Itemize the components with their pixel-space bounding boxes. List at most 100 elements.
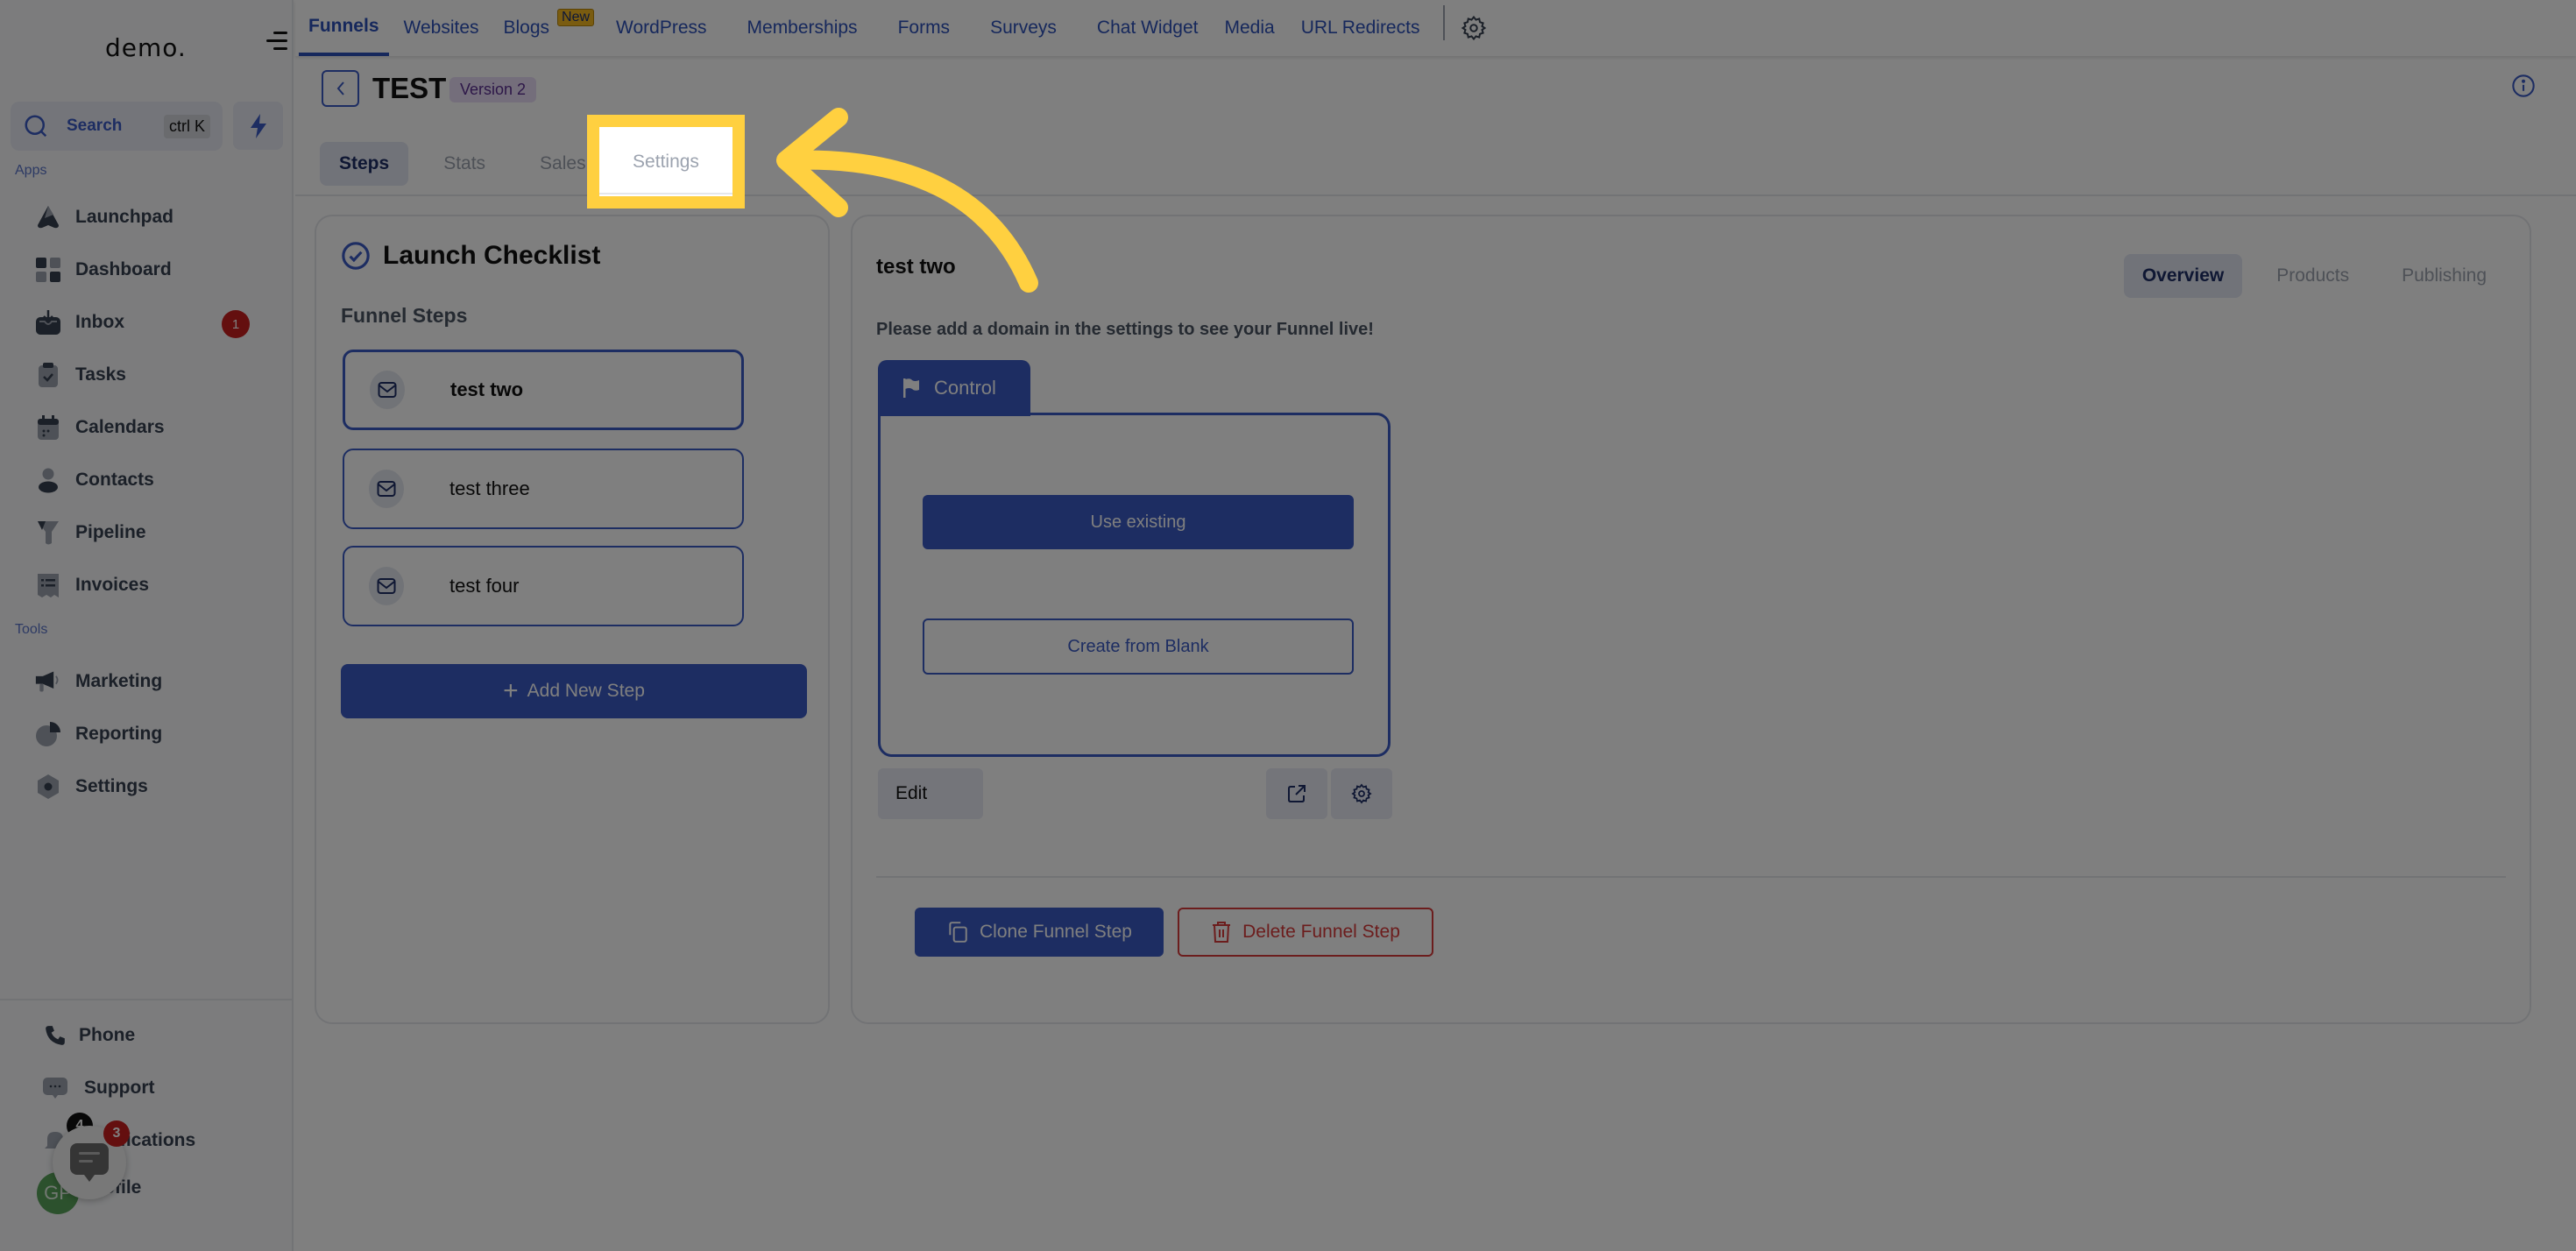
collapse-sidebar-icon[interactable] bbox=[266, 32, 287, 51]
page-title: TEST bbox=[372, 72, 447, 104]
tab-underline bbox=[599, 193, 732, 194]
step-name: test three bbox=[449, 477, 530, 499]
sidebar-item-contacts[interactable]: Contacts bbox=[35, 461, 280, 499]
sidebar-item-phone[interactable]: Phone bbox=[42, 1016, 287, 1055]
tasks-icon bbox=[35, 362, 61, 388]
flag-icon bbox=[903, 378, 919, 398]
pipeline-icon bbox=[35, 519, 61, 546]
tab-products[interactable]: Products bbox=[2258, 254, 2367, 298]
sidebar-item-support[interactable]: Support bbox=[42, 1069, 287, 1107]
sidebar-item-label: Invoices bbox=[75, 575, 150, 595]
email-icon bbox=[369, 567, 404, 605]
search-button[interactable]: Search ctrl K bbox=[11, 102, 223, 151]
sidebar-item-label: Marketing bbox=[75, 671, 163, 691]
step-detail-panel: test two Overview Products Publishing Pl… bbox=[851, 215, 2531, 1024]
back-button[interactable] bbox=[322, 70, 359, 107]
tab-steps[interactable]: Steps bbox=[320, 142, 409, 186]
domain-warning: Please add a domain in the settings to s… bbox=[876, 320, 1374, 339]
sidebar-item-invoices[interactable]: Invoices bbox=[35, 566, 280, 604]
sidebar-item-settings[interactable]: Settings bbox=[35, 767, 280, 806]
clone-funnel-step-button[interactable]: Clone Funnel Step bbox=[915, 908, 1164, 957]
tab-media[interactable]: Media bbox=[1214, 0, 1284, 56]
funnel-step-item[interactable]: test three bbox=[343, 449, 744, 529]
inbox-icon bbox=[35, 309, 61, 336]
control-variant-tab[interactable]: Control bbox=[878, 360, 1030, 416]
calendar-icon bbox=[35, 414, 61, 441]
phone-icon bbox=[42, 1022, 68, 1049]
sidebar-item-launchpad[interactable]: Launchpad bbox=[35, 198, 280, 237]
step-name: test four bbox=[449, 575, 520, 597]
tab-stats[interactable]: Stats bbox=[424, 142, 505, 186]
sidebar-item-pipeline[interactable]: Pipeline bbox=[35, 513, 280, 552]
add-new-step-label: Add New Step bbox=[527, 681, 645, 701]
tab-settings-label: Settings bbox=[633, 151, 699, 172]
sidebar-item-label: Support bbox=[84, 1078, 155, 1098]
sidebar-item-label: Dashboard bbox=[75, 259, 172, 279]
tab-memberships[interactable]: Memberships bbox=[738, 0, 867, 56]
gear-icon bbox=[1351, 783, 1372, 804]
sidebar-item-calendars[interactable]: Calendars bbox=[35, 408, 280, 447]
sidebar-item-label: Contacts bbox=[75, 470, 154, 490]
version-badge: Version 2 bbox=[449, 77, 537, 102]
sidebar-item-dashboard[interactable]: Dashboard bbox=[35, 251, 280, 289]
tab-forms[interactable]: Forms bbox=[888, 0, 960, 56]
use-existing-button[interactable]: Use existing bbox=[923, 495, 1354, 549]
funnel-step-item[interactable]: test four bbox=[343, 546, 744, 626]
check-circle-icon bbox=[342, 242, 370, 270]
sidebar-item-label: Pipeline bbox=[75, 522, 146, 542]
create-from-blank-button[interactable]: Create from Blank bbox=[923, 618, 1354, 675]
search-shortcut: ctrl K bbox=[163, 114, 210, 138]
delete-funnel-step-button[interactable]: Delete Funnel Step bbox=[1178, 908, 1433, 957]
tab-settings[interactable]: Settings bbox=[587, 115, 745, 208]
launch-checklist-label: Launch Checklist bbox=[383, 241, 601, 270]
step-settings-button[interactable] bbox=[1331, 768, 1392, 819]
tab-wordpress[interactable]: WordPress bbox=[606, 0, 716, 56]
add-new-step-button[interactable]: + Add New Step bbox=[341, 664, 807, 718]
tab-overview[interactable]: Overview bbox=[2123, 254, 2243, 298]
tab-websites[interactable]: Websites bbox=[394, 0, 489, 56]
sidebar-item-label: Calendars bbox=[75, 417, 165, 437]
sidebar-item-tasks[interactable]: Tasks bbox=[35, 356, 280, 394]
settings-icon bbox=[35, 774, 61, 800]
tab-surveys[interactable]: Surveys bbox=[980, 0, 1066, 56]
external-link-icon bbox=[1288, 785, 1306, 802]
step-title: test two bbox=[876, 255, 956, 279]
top-nav: Funnels Websites Blogs New WordPress Mem… bbox=[295, 0, 2576, 56]
search-icon bbox=[25, 115, 47, 138]
sidebar-item-reporting[interactable]: Reporting bbox=[35, 715, 280, 753]
inbox-count-badge: 1 bbox=[222, 310, 250, 338]
sidebar-item-label: Reporting bbox=[75, 724, 163, 744]
sidebar-item-inbox[interactable]: Inbox 1 bbox=[35, 303, 280, 342]
tab-funnels[interactable]: Funnels bbox=[299, 0, 389, 56]
info-icon[interactable] bbox=[2511, 74, 2536, 98]
funnel-step-item[interactable]: test two bbox=[343, 350, 744, 430]
variant-box: Use existing Create from Blank bbox=[878, 413, 1391, 757]
launchpad-icon bbox=[35, 204, 61, 230]
lightning-icon bbox=[250, 113, 266, 138]
section-label-tools: Tools bbox=[15, 622, 48, 637]
tab-chat-widget[interactable]: Chat Widget bbox=[1087, 0, 1208, 56]
copy-icon bbox=[949, 922, 967, 943]
open-external-button[interactable] bbox=[1266, 768, 1327, 819]
quick-actions-button[interactable] bbox=[233, 102, 283, 150]
plus-icon: + bbox=[503, 676, 519, 705]
search-label: Search bbox=[67, 117, 123, 135]
tab-url-redirects[interactable]: URL Redirects bbox=[1292, 0, 1430, 56]
step-tabs: Overview Products Publishing bbox=[2108, 254, 2505, 298]
funnel-tabs: Steps Stats Sales bbox=[320, 142, 605, 186]
tab-blogs[interactable]: Blogs New bbox=[494, 0, 595, 56]
chat-widget-button[interactable]: 3 bbox=[53, 1120, 130, 1199]
logo: demo. bbox=[105, 33, 187, 62]
tab-publishing[interactable]: Publishing bbox=[2383, 254, 2505, 298]
sidebar-item-marketing[interactable]: Marketing bbox=[35, 662, 280, 701]
email-icon bbox=[370, 371, 405, 409]
funnel-steps-label: Funnel Steps bbox=[341, 304, 468, 327]
sidebar-item-label: Settings bbox=[75, 776, 148, 796]
nav-divider bbox=[1443, 5, 1446, 40]
sidebar-item-label: Launchpad bbox=[75, 207, 174, 227]
delete-label: Delete Funnel Step bbox=[1242, 922, 1400, 942]
gear-icon[interactable] bbox=[1461, 15, 1487, 41]
chat-widget-badge: 3 bbox=[103, 1120, 130, 1147]
chevron-left-icon bbox=[336, 81, 344, 95]
edit-button[interactable]: Edit bbox=[878, 768, 983, 819]
